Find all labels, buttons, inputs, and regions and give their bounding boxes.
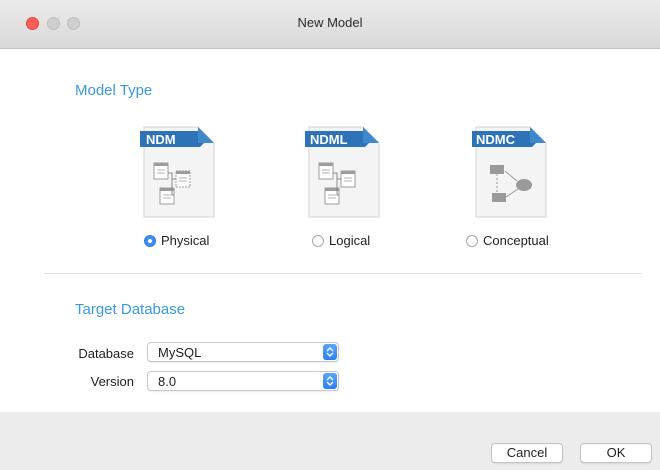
logical-model-document-icon: NDML xyxy=(305,126,380,218)
radio-conceptual-indicator[interactable] xyxy=(466,234,478,247)
radio-logical-label: Logical xyxy=(329,233,371,248)
version-select-chevron-icon[interactable] xyxy=(323,373,337,389)
version-select[interactable]: 8.0 xyxy=(147,371,339,391)
radio-conceptual[interactable]: Conceptual xyxy=(466,233,549,248)
model-option-physical-icon-card[interactable]: NDM xyxy=(123,125,233,219)
conceptual-model-document-icon: NDMC xyxy=(472,126,547,218)
database-select-value: MySQL xyxy=(158,345,202,360)
svg-text:NDM: NDM xyxy=(146,132,176,147)
version-select-value: 8.0 xyxy=(158,374,177,389)
database-label: Database xyxy=(78,346,134,361)
radio-physical-label: Physical xyxy=(161,233,210,248)
title-bar: New Model xyxy=(0,0,660,49)
radio-logical[interactable]: Logical xyxy=(312,233,370,248)
radio-conceptual-label: Conceptual xyxy=(483,233,549,248)
model-option-conceptual-icon-card[interactable]: NDMC xyxy=(455,125,565,219)
section-divider xyxy=(44,273,642,274)
svg-text:NDMC: NDMC xyxy=(476,132,516,147)
radio-logical-indicator[interactable] xyxy=(312,234,324,247)
model-option-logical-icon-card[interactable]: NDML xyxy=(288,125,398,219)
radio-physical-indicator[interactable] xyxy=(144,234,156,247)
ok-button[interactable]: OK xyxy=(580,443,652,463)
svg-text:NDML: NDML xyxy=(310,132,348,147)
physical-model-document-icon: NDM xyxy=(140,126,215,218)
database-select-chevron-icon[interactable] xyxy=(323,344,337,360)
radio-physical[interactable]: Physical xyxy=(144,233,209,248)
model-type-heading: Model Type xyxy=(75,82,153,99)
cancel-button[interactable]: Cancel xyxy=(491,443,563,463)
window-title: New Model xyxy=(297,15,363,30)
target-database-heading: Target Database xyxy=(75,301,186,318)
version-label: Version xyxy=(90,374,134,389)
database-select[interactable]: MySQL xyxy=(147,342,339,362)
dialog-footer: Cancel OK xyxy=(0,412,660,470)
new-model-dialog: New Model Model Type NDM Physical NDML L… xyxy=(0,0,660,470)
dialog-content: Model Type NDM Physical NDML Logical NDM… xyxy=(0,49,660,412)
